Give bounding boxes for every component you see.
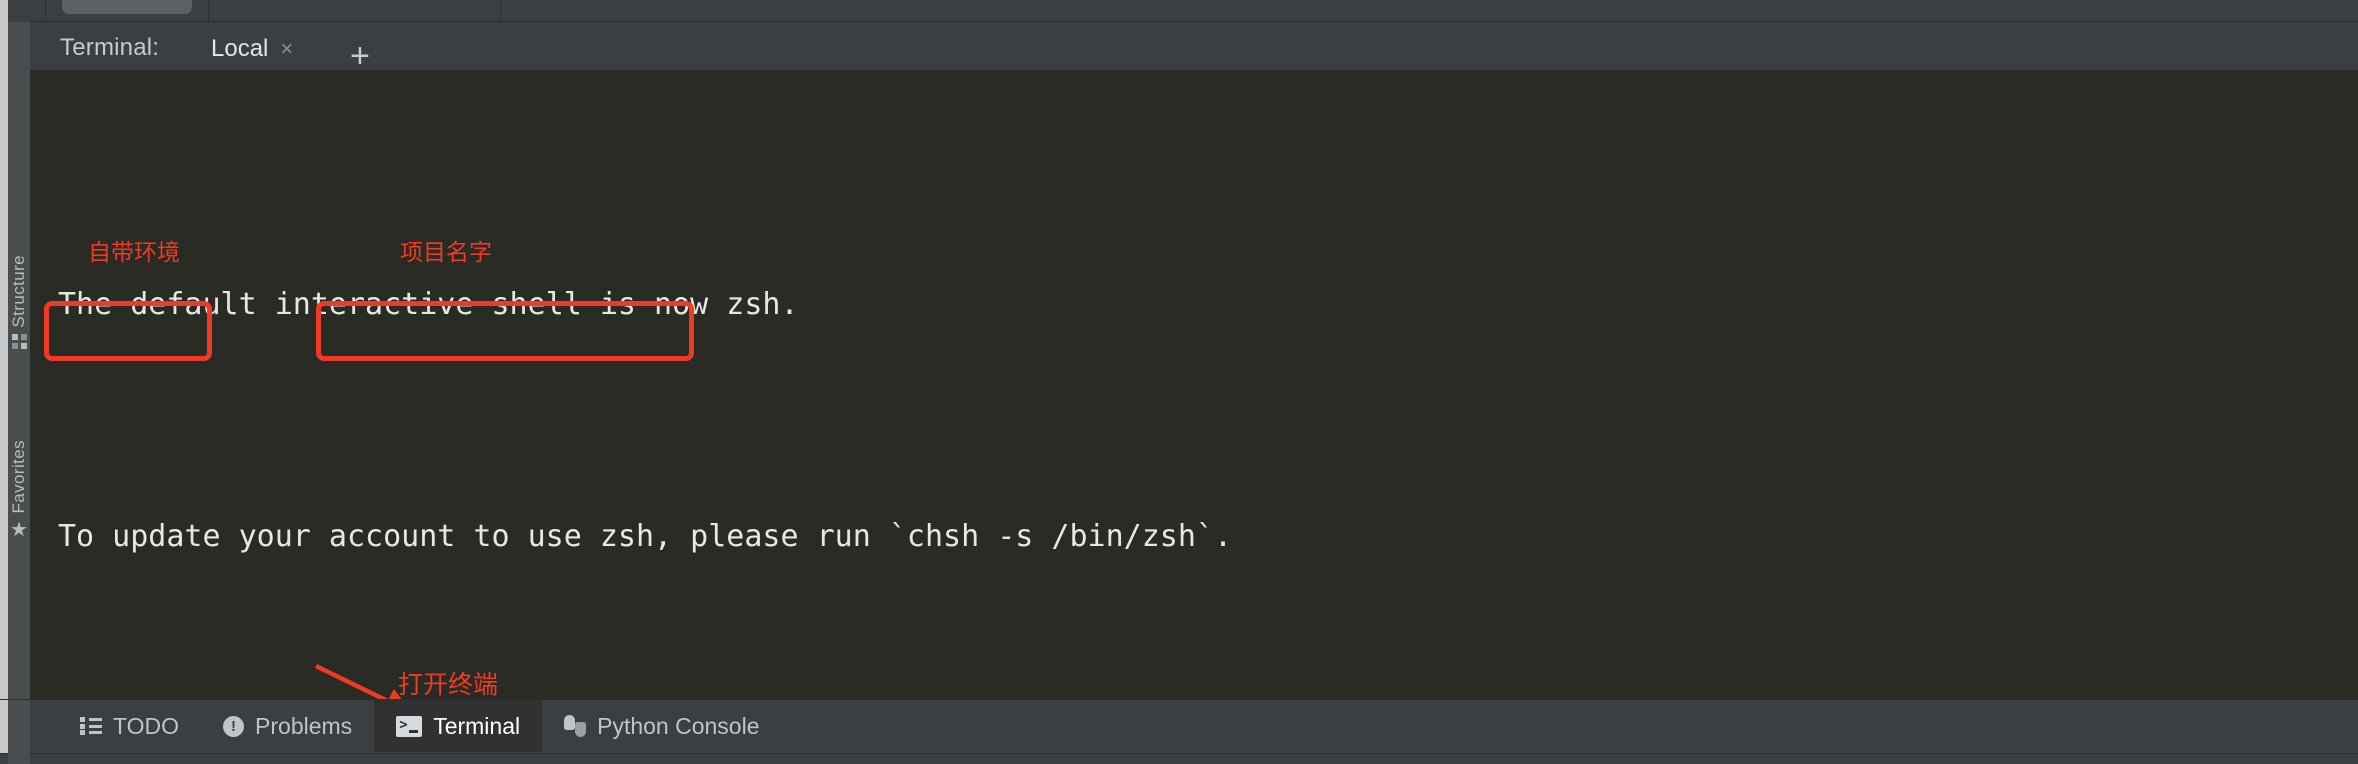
tool-window-button-problems[interactable]: ! Problems [201,700,374,752]
sidebar-item-structure[interactable]: Structure [8,255,30,349]
terminal-header: Terminal: Local × + [0,22,2358,84]
terminal-header-rail [0,22,30,70]
terminal-line: To update your account to use zsh, pleas… [58,508,1882,566]
plus-icon[interactable]: + [350,39,370,73]
terminal-tab-local[interactable]: Local × [203,30,301,68]
tool-window-button-todo[interactable]: TODO [58,700,201,752]
toolbar-separator-b [208,0,209,22]
terminal-output-area[interactable]: The default interactive shell is now zsh… [30,70,2358,700]
tool-window-button-label: Python Console [597,712,760,739]
terminal-tab-label: Local [211,35,269,62]
tool-window-button-python-console[interactable]: Python Console [542,700,781,752]
tool-window-button-label: Terminal [433,712,521,739]
tool-window-bar: TODO ! Problems Terminal Python Console [0,699,2358,764]
top-gutter [8,0,30,22]
tool-window-buttons: TODO ! Problems Terminal Python Console [58,700,782,752]
warning-icon: ! [223,715,245,737]
top-toolbar-strip [0,0,2358,22]
tool-window-button-label: TODO [113,712,180,739]
terminal-icon [396,715,423,737]
grid-icon [11,333,27,349]
left-tool-rail: Structure Favorites ★ [0,70,30,700]
todo-icon [80,717,102,735]
python-icon [564,715,587,737]
toolbar-separator-c [500,0,501,22]
terminal-text-block: The default interactive shell is now zsh… [58,102,1882,700]
window-left-edge [0,0,8,22]
tool-window-button-label: Problems [255,712,353,739]
rail-light-edge [0,22,8,70]
status-bar-divider [0,753,2358,764]
rail-light-edge-main [0,70,8,700]
star-icon: ★ [10,518,28,541]
toolbar-pill-button[interactable] [62,0,192,14]
sidebar-item-favorites-label: Favorites [9,440,28,514]
terminal-title-label: Terminal: [60,34,160,61]
close-icon[interactable]: × [280,38,293,60]
toolbar-separator-a [45,0,46,22]
sidebar-item-structure-label: Structure [9,255,28,328]
terminal-line-text: To update your account to use zsh, pleas… [58,519,1232,554]
sidebar-item-favorites[interactable]: Favorites ★ [8,440,30,540]
terminal-line: The default interactive shell is now zsh… [58,276,1882,334]
tool-window-button-terminal[interactable]: Terminal [374,700,543,752]
bottom-corner-mark [8,752,30,764]
terminal-line-text: The default interactive shell is now zsh… [58,287,799,322]
